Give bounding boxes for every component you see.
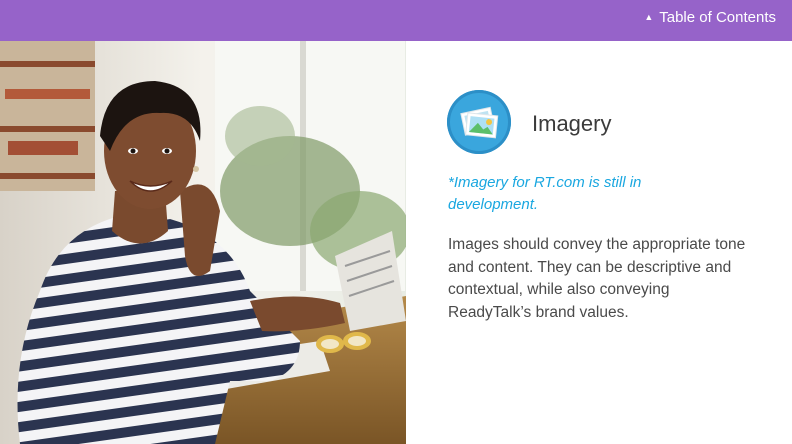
toc-label: Table of Contents bbox=[659, 9, 776, 26]
top-bar: ▲ Table of Contents bbox=[0, 0, 792, 41]
development-note: *Imagery for RT.com is still in developm… bbox=[448, 174, 642, 213]
page-title: Imagery bbox=[532, 111, 612, 136]
caret-up-icon: ▲ bbox=[644, 12, 654, 22]
table-of-contents-link[interactable]: ▲ Table of Contents bbox=[644, 9, 776, 26]
image-gallery-icon bbox=[447, 90, 511, 154]
hero-photo bbox=[0, 41, 406, 444]
imagery-description: Images should convey the appropriate ton… bbox=[448, 236, 746, 321]
